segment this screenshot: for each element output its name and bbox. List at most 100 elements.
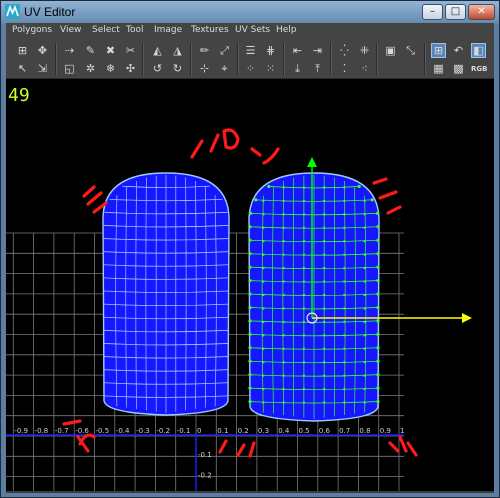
uv-point xyxy=(376,319,380,323)
checker-icon[interactable]: ▩ xyxy=(452,62,465,75)
close-button[interactable]: ✕ xyxy=(468,4,495,20)
straighten-icon[interactable]: ⊹ xyxy=(198,62,211,75)
uv-point xyxy=(322,266,326,270)
layout-icon[interactable]: ⁛ xyxy=(338,44,351,57)
uv-point xyxy=(357,184,361,189)
image-icon[interactable]: ▣ xyxy=(384,44,397,57)
u-tick-label: -0.5 xyxy=(96,427,110,435)
uv-point xyxy=(376,252,380,256)
uv-point xyxy=(322,240,326,243)
align-top-icon[interactable]: ⤒ xyxy=(311,62,324,75)
uv-point xyxy=(282,240,285,243)
u-tick-label: 0.6 xyxy=(319,427,331,435)
grid-toggle-icon[interactable]: ▦ xyxy=(432,62,445,75)
uv-point xyxy=(363,307,366,310)
uv-point xyxy=(248,252,252,256)
uv-point xyxy=(262,387,265,391)
align-right-icon[interactable]: ⇥ xyxy=(311,44,324,57)
maximize-button[interactable]: □ xyxy=(445,4,466,20)
uv-point xyxy=(376,399,380,404)
u-tick-label: -0.7 xyxy=(55,427,69,435)
mirror-v-icon[interactable]: ◮ xyxy=(171,44,184,57)
rgb-channel-icon[interactable]: RGB xyxy=(471,65,487,73)
uv-canvas[interactable]: -0.9 -0.8 -0.7 -0.6 -0.5 -0.4 -0.3 -0.2 -0.1 0 0.1… xyxy=(6,79,494,491)
select-tool-icon[interactable]: ↖ xyxy=(16,62,29,75)
grid-snap-icon[interactable]: ⊞ xyxy=(16,44,29,57)
rotate-cw-icon[interactable]: ↻ xyxy=(171,62,184,75)
uv-point xyxy=(363,280,366,283)
maya-app-icon xyxy=(5,4,20,19)
uv-point xyxy=(302,347,306,350)
shrink-icon[interactable]: ⤡ xyxy=(404,44,417,57)
u-tick-label: -0.4 xyxy=(116,427,130,435)
unfold-icon[interactable]: ⁜ xyxy=(358,44,371,57)
distribute-icon[interactable]: ⁚ xyxy=(338,62,351,75)
toolbar-separator xyxy=(55,43,57,75)
u-tick-label: -0.2 xyxy=(156,427,170,435)
tweak-icon[interactable]: ⇲ xyxy=(36,62,49,75)
stack-icon[interactable]: ⁙ xyxy=(264,62,277,75)
menu-image[interactable]: Image xyxy=(154,25,182,35)
menu-select[interactable]: Select xyxy=(92,25,120,35)
texture-icon[interactable]: ◧ xyxy=(471,43,486,58)
menu-uv-sets[interactable]: UV Sets xyxy=(235,25,270,35)
u-tick-label: 0.5 xyxy=(299,427,310,435)
u-tick-label: 0.7 xyxy=(339,427,350,435)
uv-point xyxy=(376,373,380,377)
flip-uv-icon[interactable]: ⇢ xyxy=(63,44,76,57)
menu-help[interactable]: Help xyxy=(276,25,297,35)
u-tick-label: -0.3 xyxy=(136,427,150,435)
snowflake-icon[interactable]: ❄ xyxy=(104,62,117,75)
uv-point xyxy=(363,253,366,256)
u-tick-label: 0.9 xyxy=(380,427,391,435)
uv-point xyxy=(302,374,306,377)
brush-icon[interactable]: ✎ xyxy=(84,44,97,57)
uv-point xyxy=(262,280,265,283)
uv-point xyxy=(302,199,306,203)
menu-view[interactable]: View xyxy=(60,25,81,35)
close-x-icon[interactable]: ✖ xyxy=(104,44,117,57)
uv-lattice-icon[interactable]: ✣ xyxy=(124,62,137,75)
align-left-icon[interactable]: ⇤ xyxy=(291,44,304,57)
uv-point xyxy=(376,278,380,283)
uv-shell-right-selected[interactable] xyxy=(248,172,380,422)
move-uv-icon[interactable]: ✥ xyxy=(36,44,49,57)
smooth-icon[interactable]: ✲ xyxy=(84,62,97,75)
uv-point xyxy=(282,401,285,404)
uv-shell-left[interactable] xyxy=(102,172,230,416)
rotate-ccw-icon[interactable]: ↺ xyxy=(151,62,164,75)
uv-point xyxy=(343,253,346,256)
lasso-icon[interactable]: ↶ xyxy=(452,44,465,57)
mirror-u-icon[interactable]: ◭ xyxy=(151,44,164,57)
uv-editor-window: UV Editor – □ ✕ Polygons View Select Too… xyxy=(0,0,500,498)
uv-point xyxy=(302,226,306,229)
uv-point xyxy=(262,226,265,229)
menu-textures[interactable]: Textures xyxy=(191,25,229,35)
align-icon[interactable]: ⤢ xyxy=(218,44,231,57)
uv-point xyxy=(302,387,306,391)
gather-icon[interactable]: ⁖ xyxy=(358,62,371,75)
cut-uv-icon[interactable]: ✂ xyxy=(124,44,137,57)
uv-point xyxy=(302,280,306,283)
pencil-icon[interactable]: ✏ xyxy=(198,44,211,57)
pin-icon[interactable]: ⌖ xyxy=(218,62,231,75)
align-bottom-icon[interactable]: ⤓ xyxy=(291,62,304,75)
uv-viewport[interactable]: 49 -0.9 -0.8 -0.7 -0.6 -0.5 -0.4 -0.3 -0.2 -0.1 0… xyxy=(6,79,494,491)
uv-point xyxy=(262,334,265,337)
move-sew-icon[interactable]: ⋕ xyxy=(264,44,277,57)
scatter-icon[interactable]: ⁘ xyxy=(244,62,257,75)
uv-point xyxy=(262,307,265,310)
uv-point xyxy=(282,374,285,377)
uv-point xyxy=(363,401,366,404)
menu-tool[interactable]: Tool xyxy=(126,25,143,35)
uv-select-icon[interactable]: ⊞ xyxy=(431,43,446,58)
menu-polygons[interactable]: Polygons xyxy=(12,25,52,35)
uv-point xyxy=(248,332,252,336)
toolbar-separator xyxy=(424,43,426,75)
title-bar[interactable]: UV Editor – □ ✕ xyxy=(1,1,499,23)
sew-icon[interactable]: ☰ xyxy=(244,44,257,57)
minimize-button[interactable]: – xyxy=(422,4,443,20)
normalize-icon[interactable]: ◱ xyxy=(63,62,76,75)
uv-point xyxy=(322,186,326,189)
uv-point xyxy=(282,199,285,203)
